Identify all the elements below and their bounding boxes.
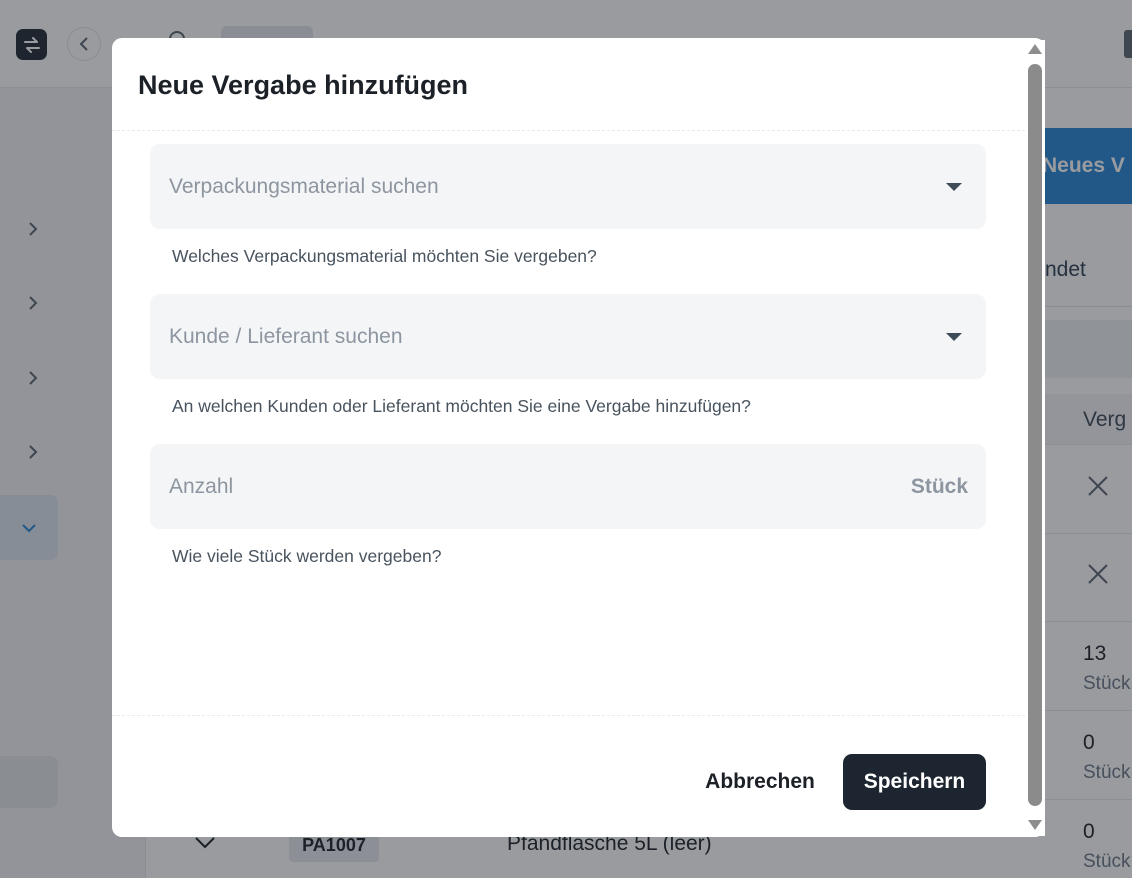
save-button[interactable]: Speichern	[843, 754, 986, 810]
scrollbar-thumb[interactable]	[1028, 64, 1042, 806]
quantity-placeholder: Anzahl	[169, 475, 234, 498]
material-search-placeholder: Verpackungsmaterial suchen	[169, 175, 439, 198]
dialog-title: Neue Vergabe hinzufügen	[138, 70, 469, 100]
cancel-button[interactable]: Abbrechen	[697, 754, 823, 810]
caret-down-icon[interactable]	[946, 183, 962, 191]
quantity-hint: Wie viele Stück werden vergeben?	[172, 546, 442, 566]
partner-search-select[interactable]: Kunde / Lieferant suchen	[150, 294, 986, 379]
dialog-scrollbar[interactable]	[1025, 40, 1045, 836]
scroll-down-arrow-icon[interactable]	[1028, 820, 1042, 830]
caret-down-icon[interactable]	[946, 333, 962, 341]
scroll-up-arrow-icon[interactable]	[1028, 44, 1042, 54]
quantity-unit: Stück	[910, 475, 968, 498]
quantity-field[interactable]: Anzahl Stück	[150, 444, 986, 529]
material-search-select[interactable]: Verpackungsmaterial suchen	[150, 144, 986, 229]
dialog-header: Neue Vergabe hinzufügen	[112, 38, 1045, 131]
material-hint: Welches Verpackungsmaterial möchten Sie …	[172, 246, 597, 266]
partner-search-placeholder: Kunde / Lieferant suchen	[169, 325, 403, 348]
dialog-footer-divider	[112, 715, 1045, 716]
partner-hint: An welchen Kunden oder Lieferant möchten…	[172, 396, 751, 416]
add-allocation-dialog: Neue Vergabe hinzufügen Verpackungsmater…	[112, 38, 1045, 837]
